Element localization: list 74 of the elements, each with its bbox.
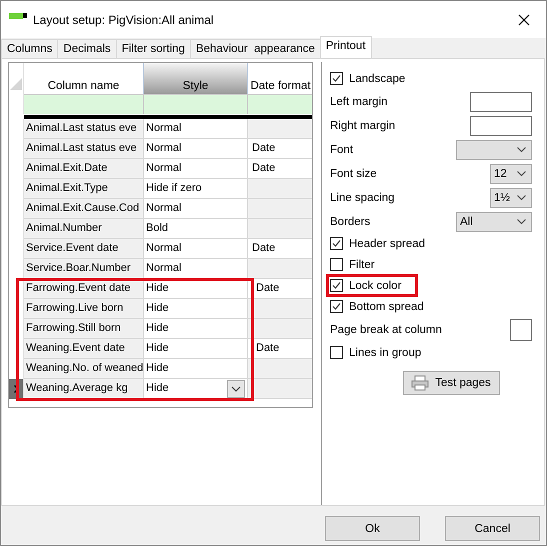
checkbox[interactable]: [330, 279, 343, 292]
table-cell: [248, 119, 312, 139]
table-cell: Date: [248, 139, 312, 159]
checkbox[interactable]: [330, 237, 343, 250]
checkbox-label[interactable]: Header spread: [349, 238, 426, 250]
table-cell: [248, 379, 312, 399]
table-cell[interactable]: Normal: [144, 139, 248, 159]
table-cell: Farrowing.Still born: [24, 319, 144, 339]
input-field[interactable]: [470, 116, 532, 136]
table-cell: Animal.Number: [24, 219, 144, 239]
table-cell: [248, 259, 312, 279]
table-cell: [248, 359, 312, 379]
tab[interactable]: Columns: [1, 39, 58, 58]
table-cell: Weaning.No. of weaned: [24, 359, 144, 379]
dialog-button[interactable]: Ok: [325, 516, 420, 541]
table-cell: [248, 319, 312, 339]
checkbox-label[interactable]: Bottom spread: [349, 300, 424, 312]
table-cell: Service.Boar.Number: [24, 259, 144, 279]
table-cell[interactable]: Hide: [144, 279, 248, 299]
checkbox-label[interactable]: Filter: [349, 258, 375, 270]
table-cell: Farrowing.Event date: [24, 279, 144, 299]
app-icon: [9, 12, 27, 18]
table-cell[interactable]: Normal: [144, 159, 248, 179]
filter-cell[interactable]: [24, 94, 144, 114]
close-icon[interactable]: [518, 14, 530, 26]
table-cell: [248, 199, 312, 219]
table-cell: Animal.Exit.Date: [24, 159, 144, 179]
option-label: Right margin: [330, 120, 396, 132]
table-cell: Animal.Last status eve: [24, 139, 144, 159]
option-label: Left margin: [330, 96, 388, 108]
table-cell[interactable]: Hide: [144, 339, 248, 359]
table-cell: [248, 219, 312, 239]
chevron-down-icon[interactable]: [517, 170, 526, 176]
dropdown[interactable]: 12: [490, 164, 532, 184]
table-cell: Service.Event date: [24, 239, 144, 259]
column-header[interactable]: Style: [144, 63, 248, 94]
checkbox[interactable]: [330, 346, 343, 359]
chevron-down-icon[interactable]: [517, 218, 526, 224]
input-field[interactable]: [470, 92, 532, 112]
current-row-icon: [14, 385, 18, 393]
table-cell: Animal.Exit.Cause.Cod: [24, 199, 144, 219]
option-label: Page break at column: [330, 324, 442, 336]
table-cell: Animal.Exit.Type: [24, 179, 144, 199]
checkbox[interactable]: [330, 72, 343, 85]
chevron-down-icon[interactable]: [227, 380, 245, 398]
dropdown[interactable]: All: [456, 212, 532, 232]
chevron-down-icon[interactable]: [517, 194, 526, 200]
checkbox-label[interactable]: Lines in group: [349, 346, 422, 358]
checkbox-label[interactable]: Lock color: [349, 280, 402, 292]
printer-icon: [411, 375, 430, 391]
option-label: Borders: [330, 216, 370, 228]
checkbox[interactable]: [330, 258, 343, 271]
option-label: Font size: [330, 168, 377, 180]
window-title: Layout setup: PigVision:All animal: [33, 12, 215, 26]
filter-cell[interactable]: [144, 94, 248, 114]
table-cell[interactable]: Normal: [144, 239, 248, 259]
checkbox[interactable]: [330, 300, 343, 313]
checkbox-label[interactable]: Landscape: [349, 72, 406, 84]
filter-cell[interactable]: [248, 94, 312, 114]
table-cell: [248, 299, 312, 319]
option-label: Line spacing: [330, 192, 395, 204]
table-cell: Weaning.Average kg: [24, 379, 144, 399]
test-pages-button[interactable]: Test pages: [402, 371, 500, 395]
table-cell: Farrowing.Live born: [24, 299, 144, 319]
table-cell: Weaning.Event date: [24, 339, 144, 359]
chevron-down-icon[interactable]: [517, 146, 526, 152]
style-dropdown[interactable]: Hide: [144, 379, 248, 399]
table-cell: Animal.Last status eve: [24, 119, 144, 139]
option-label: Font: [330, 144, 354, 156]
dropdown[interactable]: 1½: [490, 188, 532, 208]
table-cell: [248, 179, 312, 199]
input-field[interactable]: [510, 319, 532, 341]
tab[interactable]: Printout: [320, 36, 372, 58]
dialog-button[interactable]: Cancel: [445, 516, 540, 541]
